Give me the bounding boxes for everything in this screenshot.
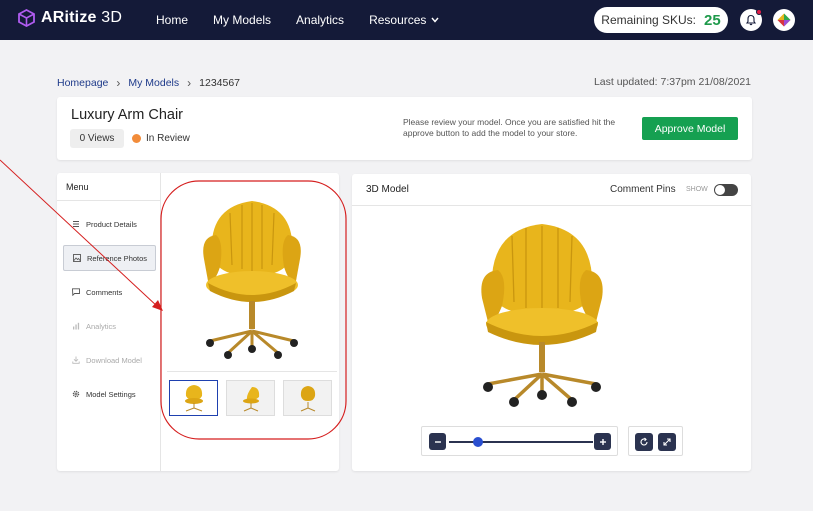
menu-item-download-model[interactable]: Download Model	[63, 347, 156, 373]
zoom-slider-track[interactable]	[449, 441, 593, 443]
breadcrumb-separator-icon: ›	[187, 76, 192, 90]
nav-home[interactable]: Home	[156, 13, 188, 27]
gear-icon	[72, 390, 80, 398]
comment-icon	[72, 288, 80, 296]
page-title: Luxury Arm Chair	[71, 107, 184, 123]
menu-item-product-details[interactable]: Product Details	[63, 211, 156, 237]
breadcrumb-current: 1234567	[199, 77, 241, 89]
menu-item-label: Product Details	[86, 219, 137, 229]
menu-item-label: Model Settings	[86, 389, 136, 399]
left-panel: Menu Product Details Reference Photos Co…	[57, 173, 339, 471]
breadcrumb-separator-icon: ›	[116, 76, 121, 90]
nav-resources-label: Resources	[369, 13, 427, 27]
expand-icon	[663, 438, 671, 446]
cube-logo-icon	[18, 9, 35, 27]
menu-divider	[57, 200, 161, 201]
status-badge: In Review	[132, 133, 190, 144]
approve-model-button[interactable]: Approve Model	[642, 117, 738, 140]
menu-item-label: Download Model	[86, 355, 142, 365]
3d-model-canvas[interactable]	[462, 218, 622, 410]
menu-item-model-settings[interactable]: Model Settings	[63, 381, 156, 407]
reset-view-button[interactable]	[635, 433, 653, 451]
chair-thumbnail-image	[300, 386, 315, 412]
main-nav: Home My Models Analytics Resources	[156, 0, 464, 40]
sku-label: Remaining SKUs:	[601, 13, 697, 27]
sku-count: 25	[704, 11, 721, 29]
menu-item-label: Reference Photos	[87, 253, 148, 263]
side-menu: Menu Product Details Reference Photos Co…	[57, 173, 161, 471]
review-instructions: Please review your model. Once you are s…	[403, 117, 616, 138]
last-updated: Last updated: 7:37pm 21/08/2021	[593, 76, 751, 88]
zoom-slider-handle[interactable]	[472, 437, 483, 447]
plus-icon	[599, 438, 606, 445]
chair-illustration	[203, 201, 301, 359]
chair-thumbnail-image	[242, 387, 259, 412]
zoom-control	[421, 426, 618, 456]
nav-my-models[interactable]: My Models	[213, 13, 271, 27]
comment-pins-toggle[interactable]	[714, 184, 738, 196]
user-avatar[interactable]	[773, 9, 795, 31]
product-header-card: Luxury Arm Chair 0 Views In Review Pleas…	[57, 97, 752, 160]
list-icon	[73, 221, 79, 227]
menu-item-label: Comments	[86, 287, 123, 297]
fullscreen-button[interactable]	[658, 433, 676, 451]
download-icon	[72, 356, 80, 364]
breadcrumb: Homepage › My Models › 1234567	[57, 76, 240, 90]
menu-item-comments[interactable]: Comments	[63, 279, 156, 305]
status-label: In Review	[146, 133, 190, 144]
avatar-logo-icon	[777, 13, 791, 27]
chevron-down-icon	[431, 17, 439, 23]
viewer-tools	[628, 426, 683, 456]
notification-dot	[756, 9, 762, 15]
chair-3d-model	[481, 224, 603, 407]
nav-resources[interactable]: Resources	[369, 13, 439, 27]
reference-thumbnail[interactable]	[283, 380, 332, 416]
menu-item-label: Analytics	[86, 321, 117, 331]
menu-item-analytics[interactable]: Analytics	[63, 313, 156, 339]
remaining-skus-pill: Remaining SKUs: 25	[594, 7, 728, 33]
reference-thumbnail[interactable]	[169, 380, 218, 416]
rotate-icon	[640, 437, 648, 446]
app-name: ARitize 3D	[41, 9, 123, 26]
status-dot-icon	[132, 134, 141, 143]
menu-item-reference-photos[interactable]: Reference Photos	[63, 245, 156, 271]
menu-title: Menu	[66, 182, 89, 192]
zoom-out-button[interactable]	[429, 433, 446, 450]
reference-photo-main[interactable]	[170, 185, 334, 365]
app-logo[interactable]: ARitize 3D	[18, 9, 122, 27]
reference-photos-area	[162, 173, 339, 471]
minus-icon	[434, 440, 441, 443]
top-nav-bar: ARitize 3D Home My Models Analytics Reso…	[0, 0, 813, 40]
viewer-title: 3D Model	[366, 184, 409, 195]
zoom-in-button[interactable]	[594, 433, 611, 450]
image-icon	[73, 254, 81, 262]
toggle-knob	[715, 185, 725, 195]
reference-thumbnail[interactable]	[226, 380, 275, 416]
breadcrumb-homepage[interactable]: Homepage	[57, 77, 108, 89]
comment-pins-label: Comment Pins	[610, 184, 676, 195]
bar-chart-icon	[73, 322, 80, 330]
model-viewer-panel: 3D Model Comment Pins SHOW	[352, 174, 751, 471]
toggle-show-label: SHOW	[686, 186, 708, 193]
viewer-divider	[352, 205, 751, 206]
bell-icon	[745, 14, 757, 26]
nav-analytics[interactable]: Analytics	[296, 13, 344, 27]
photo-divider	[167, 371, 337, 372]
views-badge: 0 Views	[70, 129, 124, 148]
breadcrumb-my-models[interactable]: My Models	[128, 77, 179, 89]
notifications-button[interactable]	[740, 9, 762, 31]
chair-thumbnail-image	[184, 385, 203, 412]
